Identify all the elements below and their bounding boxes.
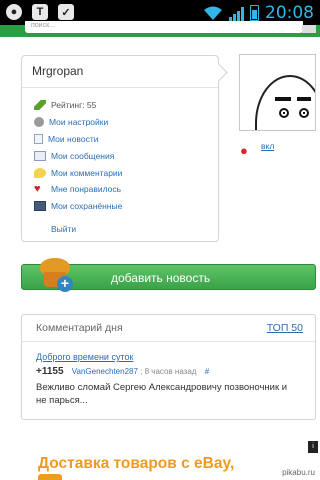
logout-link[interactable]: Выйти [51,224,76,234]
heart-icon: ♥ [34,183,41,196]
comment-text: Вежливо сломай Сергею Александровичу поз… [36,382,288,406]
user-panel: Mrgropan Рейтинг: 55 Мои настройки Мои н… [21,55,219,242]
ad-info-badge[interactable]: i [308,441,318,453]
menu-item-label[interactable]: Мои сообщения [51,151,114,161]
menu-item-my-news[interactable]: Мои новости [34,131,122,148]
ad-banner-fragment [38,474,62,480]
comment-of-day-card: Комментарий дня ТОП 50 Доброго времени с… [21,314,316,420]
notification-icon: ● [6,4,22,20]
eyebrow [297,97,311,101]
menu-item-label[interactable]: Мои сохранённые [51,201,122,211]
comment-time: ; 8 часов назад [140,367,197,376]
menu-item-settings[interactable]: Мои настройки [34,114,122,131]
menu-item-label[interactable]: Мне понравилось [51,184,121,194]
checkmark-icon: ✓ [58,4,74,20]
eye [299,108,309,118]
avatar[interactable] [239,54,316,131]
rating: Рейтинг: 55 [34,97,122,114]
divider [22,341,315,342]
speech-bubble-icon [34,167,46,178]
post-title-link[interactable]: Доброго времени суток [36,352,133,362]
comment-author-link[interactable]: VanGenechten287 [72,367,138,376]
wifi-icon [204,6,222,20]
menu-item-label[interactable]: Мои комментарии [51,168,122,178]
eyebrow [275,97,291,101]
clock: 20:08 [265,3,314,23]
text-app-icon: T [32,4,48,20]
eye [279,108,289,118]
divider [22,87,218,88]
comment-score: +1155 [36,366,64,377]
add-news-label: добавить новость [111,271,211,285]
top50-link[interactable]: ТОП 50 [267,322,303,334]
ad-banner-text[interactable]: Доставка товаров с eBay, [38,455,234,473]
battery-icon [250,5,259,21]
strawberry-toggle[interactable]: вкл [261,141,274,151]
plus-icon: + [57,276,73,292]
header-strip: поиск... [0,21,320,37]
username[interactable]: Mrgropan [32,64,83,78]
comment-permalink[interactable]: # [205,367,209,376]
signal-icon [229,5,244,21]
rating-chart-icon [34,100,46,111]
user-menu: Рейтинг: 55 Мои настройки Мои новости Мо… [34,97,122,215]
comment-meta: +1155 VanGenechten287 ; 8 часов назад # [36,366,209,377]
menu-item-label[interactable]: Мои новости [48,134,98,144]
rating-label: Рейтинг: 55 [51,100,97,111]
watermark: pikabu.ru [280,467,317,478]
menu-item-saved[interactable]: Мои сохранённые [34,198,122,215]
gear-icon [34,117,44,128]
menu-item-comments[interactable]: Мои комментарии [34,164,122,181]
avatar-face [255,75,315,130]
document-icon [34,133,43,144]
floppy-disk-icon [34,201,46,212]
search-input[interactable]: поиск... [25,21,303,33]
menu-item-messages[interactable]: Мои сообщения [34,147,122,164]
search-button[interactable] [302,25,316,33]
menu-item-label[interactable]: Мои настройки [49,117,108,127]
envelope-icon [34,150,46,161]
menu-item-liked[interactable]: ♥ Мне понравилось [34,181,122,198]
muffin-add-icon: + [40,258,73,292]
strawberry-icon: ● [240,143,248,158]
card-title: Комментарий дня [36,322,123,334]
